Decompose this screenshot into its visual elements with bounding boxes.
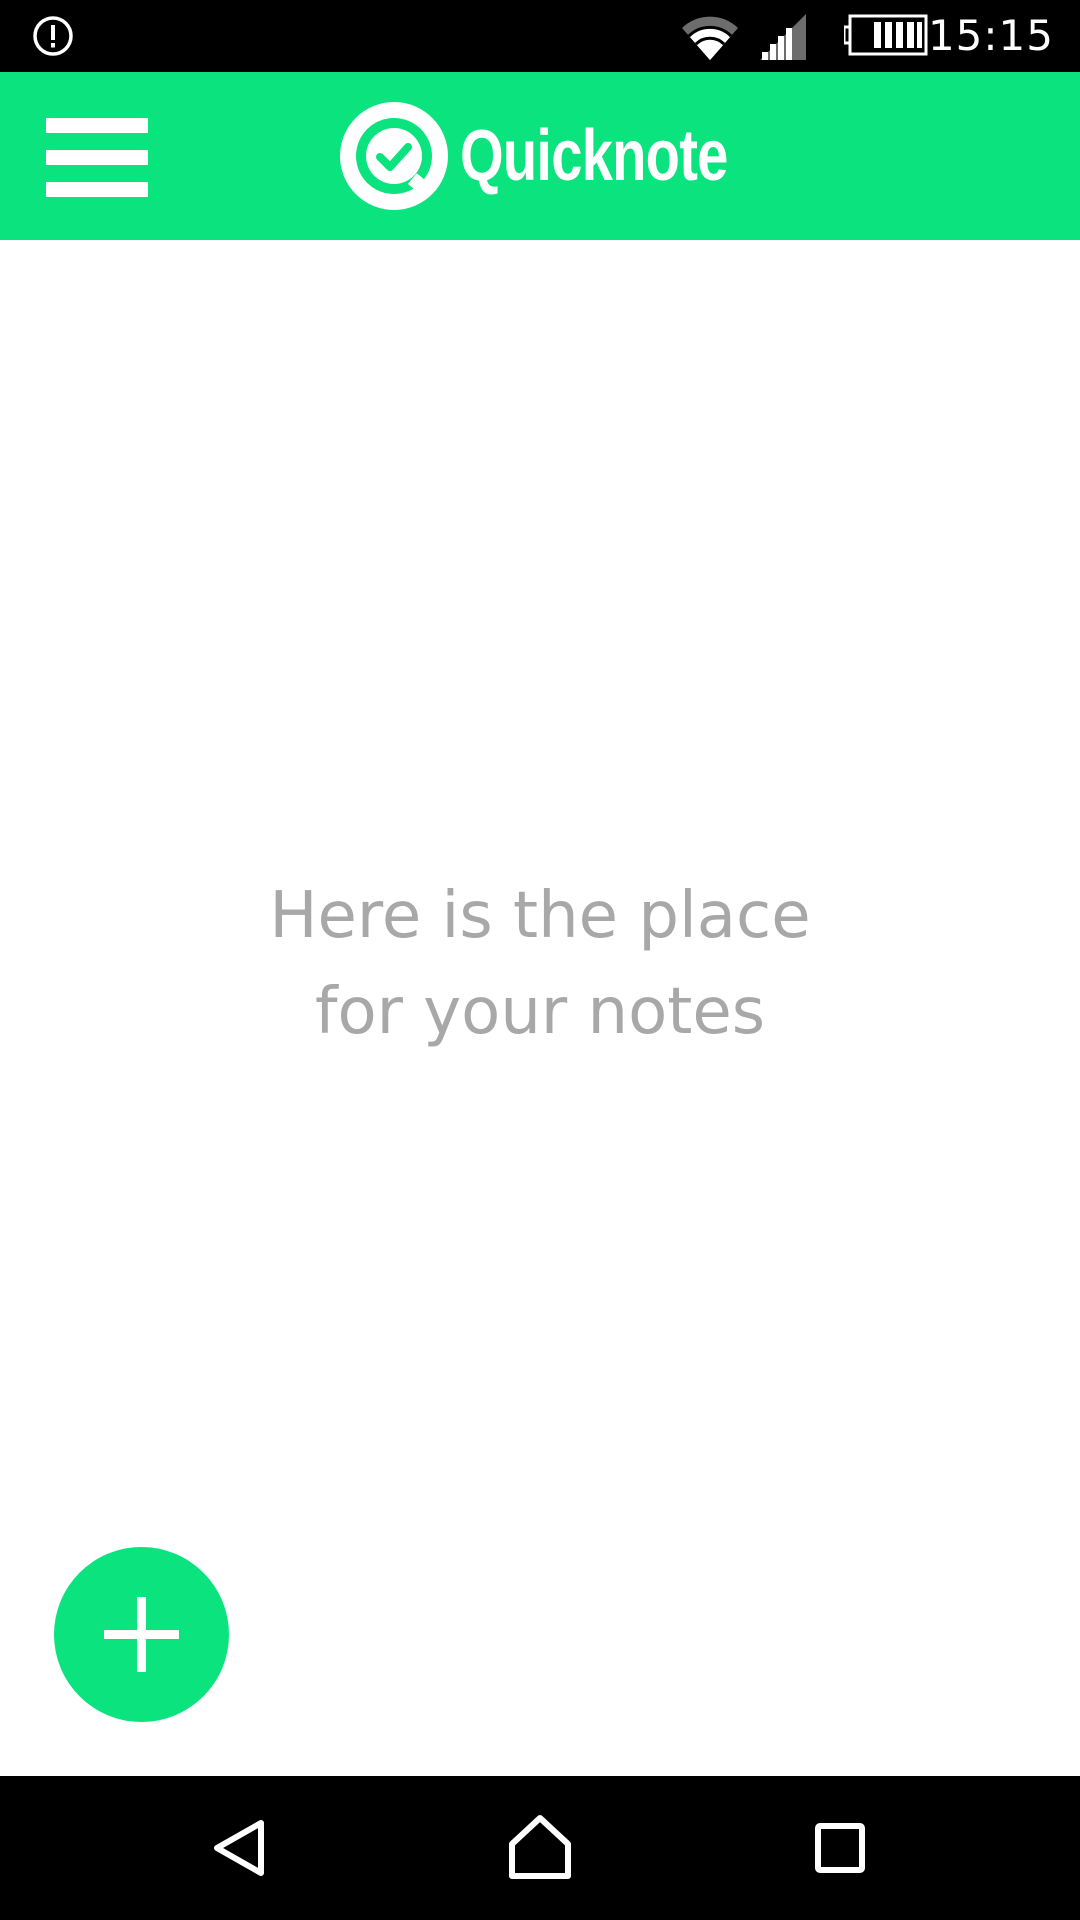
empty-state-message: Here is the place for your notes [0, 868, 1080, 1060]
home-icon [509, 1815, 571, 1879]
quicknote-logo-check-icon [340, 102, 448, 210]
empty-state-line-2: for your notes [314, 975, 766, 1049]
battery-icon [844, 14, 928, 56]
back-icon [214, 1820, 264, 1876]
app-title: Quicknote [460, 116, 728, 196]
app-bar: Quicknote [0, 72, 1080, 240]
recents-icon [815, 1823, 865, 1873]
app-screen: 15:15 Quicknote Here is the place for yo… [0, 0, 1080, 1920]
alert-icon [33, 16, 73, 56]
menu-button[interactable] [30, 102, 160, 212]
recents-button[interactable] [790, 1798, 890, 1898]
add-note-button[interactable] [54, 1547, 229, 1722]
navigation-bar [0, 1776, 1080, 1920]
status-time: 15:15 [927, 11, 1054, 60]
plus-icon [104, 1597, 179, 1672]
home-button[interactable] [490, 1798, 590, 1898]
wifi-icon [682, 16, 738, 60]
cellular-signal-icon [760, 14, 806, 60]
empty-state-line-1: Here is the place [269, 879, 811, 953]
back-button[interactable] [190, 1798, 290, 1898]
app-logo: Quicknote [338, 100, 803, 212]
status-bar: 15:15 [0, 0, 1080, 72]
